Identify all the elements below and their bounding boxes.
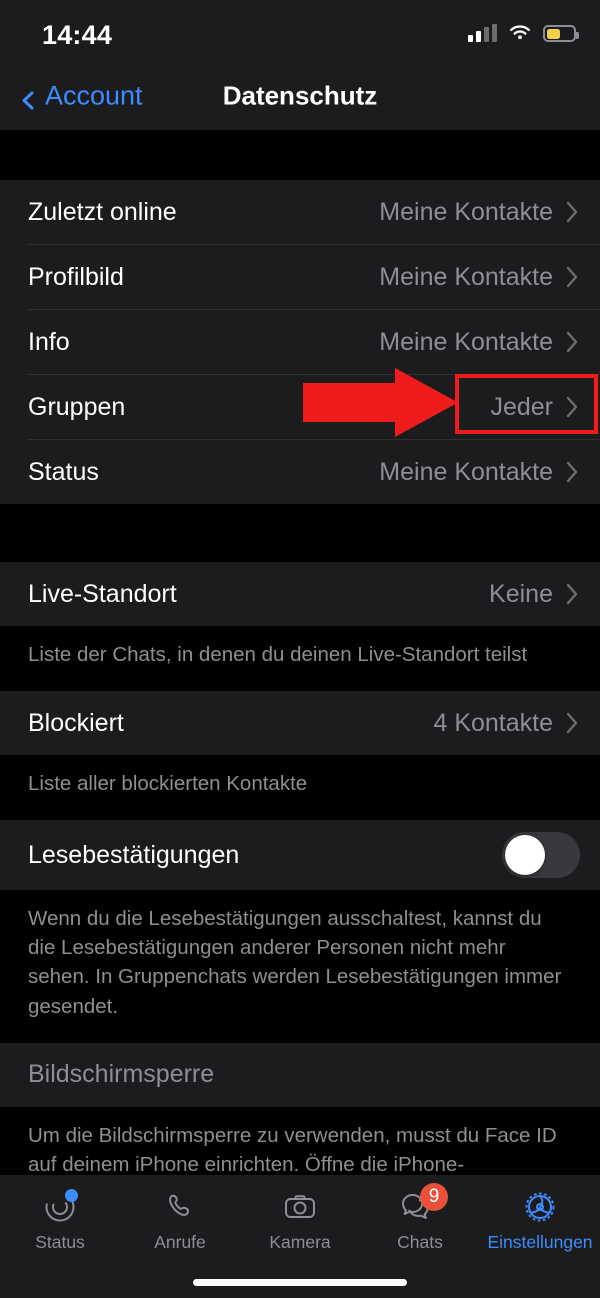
row-label: Live-Standort <box>28 579 177 608</box>
tab-chats[interactable]: 9 Chats <box>360 1183 480 1253</box>
chevron-right-icon <box>565 712 580 734</box>
row-status[interactable]: Status Meine Kontakte <box>0 440 600 504</box>
screen-lock-group: Bildschirmsperre <box>0 1042 600 1107</box>
settings-list: Zuletzt online Meine Kontakte Profilbild… <box>0 130 600 1230</box>
battery-icon <box>543 25 579 42</box>
live-location-group: Live-Standort Keine <box>0 562 600 626</box>
status-dot-badge <box>65 1189 78 1202</box>
cellular-signal-icon <box>468 24 497 42</box>
tab-bar: Status Anrufe Kamera 9 Chats Einstellung… <box>0 1175 600 1298</box>
row-label: Profilbild <box>28 262 124 291</box>
camera-icon <box>278 1187 322 1227</box>
read-receipts-group: Lesebestätigungen <box>0 820 600 891</box>
live-location-footer: Liste der Chats, in denen du deinen Live… <box>0 626 600 692</box>
status-bar-time: 14:44 <box>42 20 113 50</box>
row-profilbild[interactable]: Profilbild Meine Kontakte <box>0 245 600 309</box>
blocked-footer: Liste aller blockierten Kontakte <box>0 755 600 821</box>
tab-kamera[interactable]: Kamera <box>240 1187 360 1253</box>
phone-icon <box>158 1187 202 1227</box>
status-bar: 14:44 <box>0 0 600 62</box>
status-rings-icon <box>38 1187 82 1227</box>
read-receipts-toggle[interactable] <box>502 832 580 879</box>
row-value: Jeder <box>490 392 553 421</box>
row-label: Lesebestätigungen <box>28 840 240 869</box>
row-label: Info <box>28 327 70 356</box>
chats-badge: 9 <box>420 1183 448 1211</box>
row-zuletzt-online[interactable]: Zuletzt online Meine Kontakte <box>0 180 600 244</box>
tab-label: Anrufe <box>154 1232 206 1252</box>
wifi-icon <box>508 24 532 42</box>
chevron-right-icon <box>565 583 580 605</box>
chevron-right-icon <box>565 331 580 353</box>
row-live-standort[interactable]: Live-Standort Keine <box>0 562 600 626</box>
chevron-right-icon <box>565 461 580 483</box>
spacer <box>0 504 600 562</box>
tab-anrufe[interactable]: Anrufe <box>120 1187 240 1253</box>
gear-icon <box>518 1187 562 1227</box>
page-title: Datenschutz <box>222 80 378 111</box>
row-value: 4 Kontakte <box>433 708 553 737</box>
chevron-right-icon <box>565 201 580 223</box>
phone-screen: 14:44 Account Datenschutz Zuletzt online… <box>0 0 600 1298</box>
row-label: Bildschirmsperre <box>28 1060 215 1089</box>
row-bildschirmsperre: Bildschirmsperre <box>0 1043 600 1107</box>
blocked-group: Blockiert 4 Kontakte <box>0 691 600 756</box>
row-value: Meine Kontakte <box>379 197 553 226</box>
chevron-right-icon <box>565 266 580 288</box>
row-info[interactable]: Info Meine Kontakte <box>0 310 600 374</box>
row-label: Blockiert <box>28 708 124 737</box>
row-label: Zuletzt online <box>28 197 177 226</box>
tab-label: Chats <box>397 1232 443 1252</box>
privacy-visibility-group: Zuletzt online Meine Kontakte Profilbild… <box>0 180 600 504</box>
row-gruppen[interactable]: Gruppen Jeder <box>0 375 600 439</box>
row-label: Gruppen <box>28 392 126 421</box>
row-value: Keine <box>489 579 553 608</box>
row-label: Status <box>28 457 99 486</box>
tab-status[interactable]: Status <box>0 1187 120 1253</box>
navigation-bar: Account Datenschutz <box>0 62 600 130</box>
tab-label: Kamera <box>269 1232 331 1252</box>
row-value: Meine Kontakte <box>379 327 553 356</box>
tab-label: Status <box>35 1232 85 1252</box>
row-blockiert[interactable]: Blockiert 4 Kontakte <box>0 691 600 755</box>
status-bar-indicators <box>468 24 579 42</box>
chat-bubbles-icon: 9 <box>398 1183 448 1227</box>
spacer <box>0 130 600 180</box>
row-value: Meine Kontakte <box>379 457 553 486</box>
home-indicator <box>193 1279 407 1286</box>
read-receipts-footer: Wenn du die Lesebestätigungen ausschalte… <box>0 890 600 1043</box>
row-lesebestaetigungen: Lesebestätigungen <box>0 820 600 890</box>
tab-einstellungen[interactable]: Einstellungen <box>480 1187 600 1253</box>
chevron-right-icon <box>565 396 580 418</box>
tab-label: Einstellungen <box>487 1232 593 1252</box>
row-value: Meine Kontakte <box>379 262 553 291</box>
toggle-knob <box>505 835 545 876</box>
